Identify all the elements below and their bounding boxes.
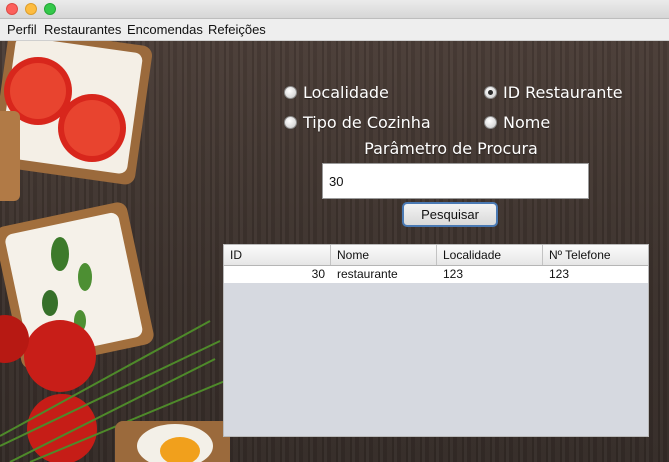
search-parameter-label: Parâmetro de Procura xyxy=(364,139,538,158)
minimize-icon[interactable] xyxy=(25,3,37,15)
column-header-id[interactable]: ID xyxy=(224,245,331,265)
menu-restaurantes[interactable]: Restaurantes xyxy=(44,22,121,37)
radio-button-icon[interactable] xyxy=(284,116,297,129)
cell-id: 30 xyxy=(311,267,325,281)
column-header-localidade[interactable]: Localidade xyxy=(437,245,543,265)
menu-bar: Perfil Restaurantes Encomendas Refeições xyxy=(0,19,669,41)
radio-button-selected-icon[interactable] xyxy=(484,86,497,99)
radio-button-icon[interactable] xyxy=(484,116,497,129)
radio-localidade-label: Localidade xyxy=(303,83,389,102)
menu-encomendas[interactable]: Encomendas xyxy=(127,22,203,37)
results-table[interactable]: ID Nome Localidade Nº Telefone 30 restau… xyxy=(223,244,649,437)
table-header: ID Nome Localidade Nº Telefone xyxy=(224,245,648,266)
column-header-telefone[interactable]: Nº Telefone xyxy=(543,245,648,265)
radio-nome[interactable]: Nome xyxy=(484,113,550,132)
radio-tipo-de-cozinha[interactable]: Tipo de Cozinha xyxy=(284,113,431,132)
cell-telefone: 123 xyxy=(549,267,570,281)
radio-id-restaurante[interactable]: ID Restaurante xyxy=(484,83,623,102)
radio-nome-label: Nome xyxy=(503,113,551,132)
close-icon[interactable] xyxy=(6,3,18,15)
table-row[interactable]: 30 restaurante 123 123 xyxy=(224,266,648,283)
food-decoration-image xyxy=(0,41,230,462)
search-input[interactable] xyxy=(322,163,589,199)
cell-nome: restaurante xyxy=(337,267,398,281)
menu-refeicoes[interactable]: Refeições xyxy=(208,22,266,37)
radio-button-icon[interactable] xyxy=(284,86,297,99)
herb-leaf-icon xyxy=(51,237,69,271)
tomato-icon xyxy=(24,320,96,392)
cell-localidade: 123 xyxy=(443,267,464,281)
menu-perfil[interactable]: Perfil xyxy=(7,22,37,37)
app-window: Perfil Restaurantes Encomendas Refeições xyxy=(0,0,669,462)
search-button[interactable]: Pesquisar xyxy=(402,202,498,227)
radio-localidade[interactable]: Localidade xyxy=(284,83,389,102)
maximize-icon[interactable] xyxy=(44,3,56,15)
radio-id-restaurante-label: ID Restaurante xyxy=(503,83,623,102)
title-bar xyxy=(0,0,669,19)
radio-tipo-de-cozinha-label: Tipo de Cozinha xyxy=(303,113,431,132)
column-header-nome[interactable]: Nome xyxy=(331,245,437,265)
